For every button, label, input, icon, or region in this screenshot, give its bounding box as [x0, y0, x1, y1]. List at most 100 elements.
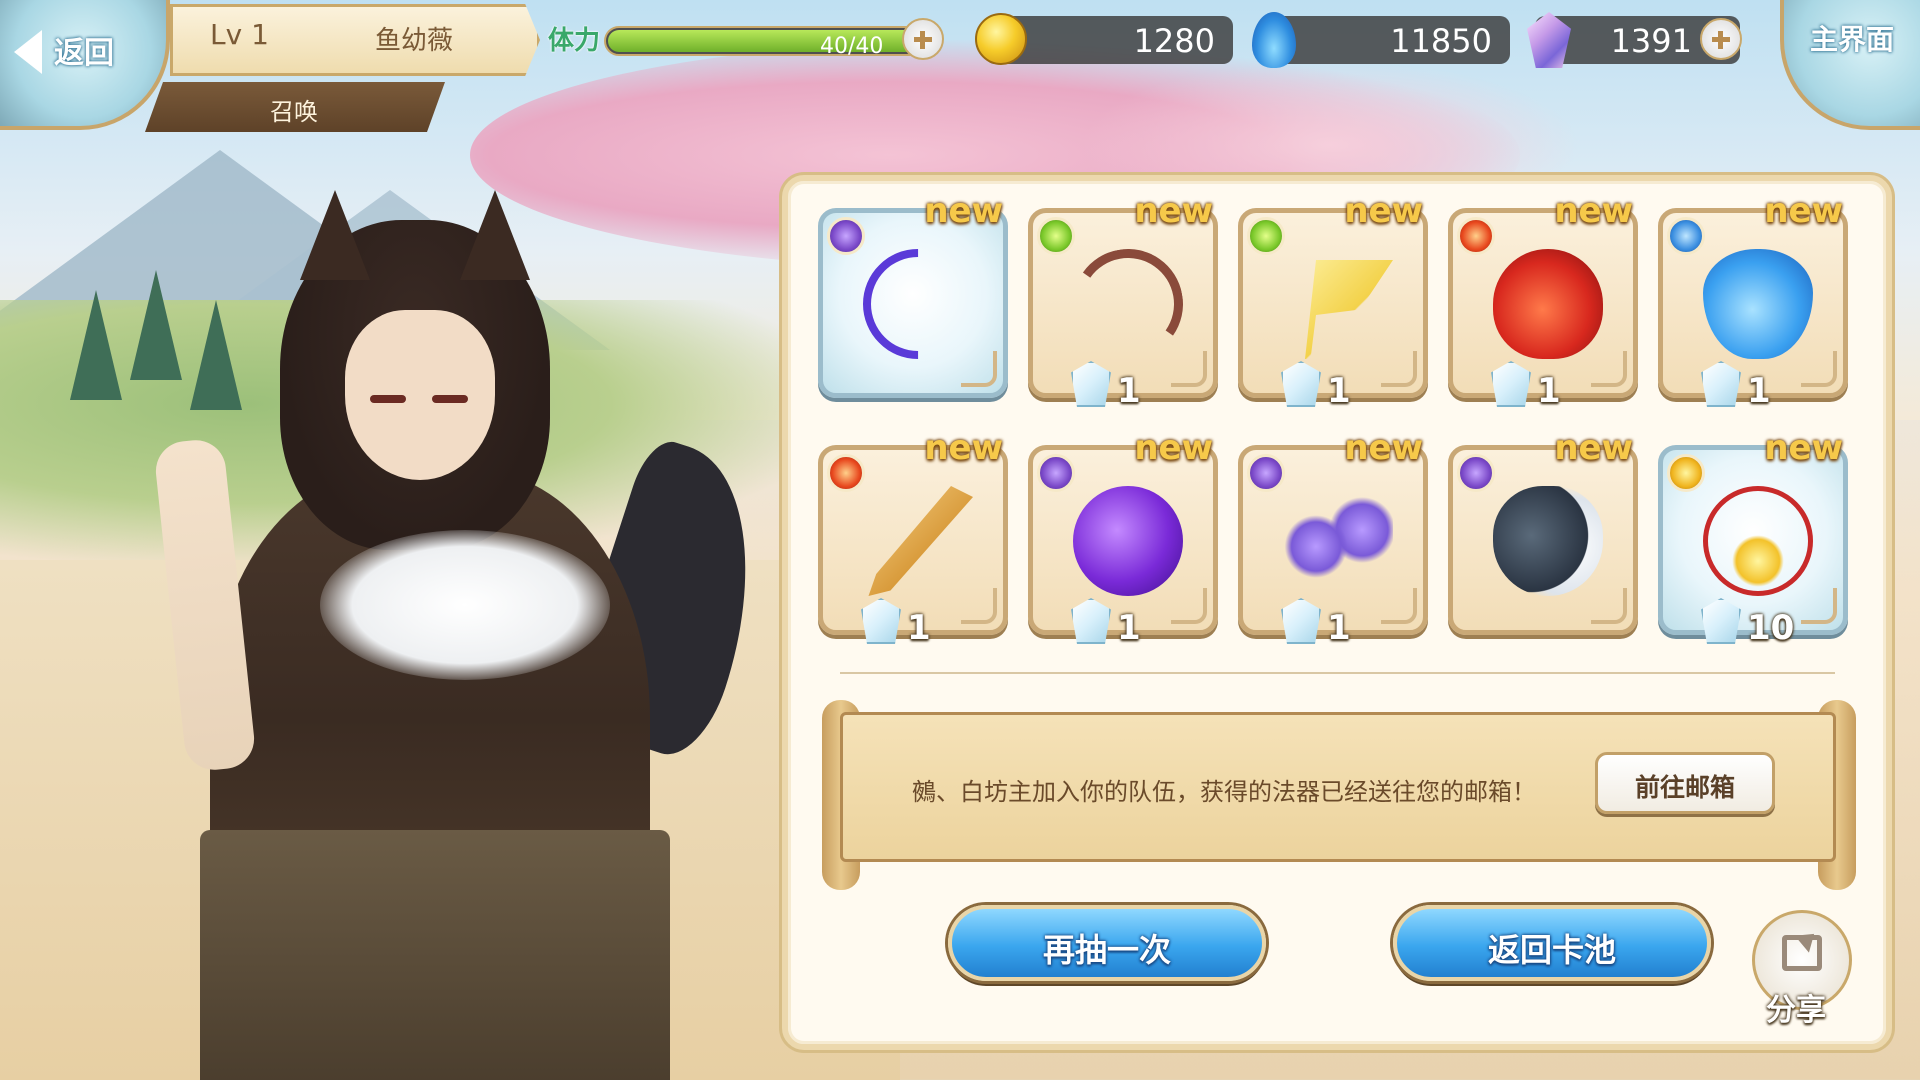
card-corner-ornament: [1801, 351, 1837, 387]
shard-icon: [1071, 598, 1111, 644]
sword-item-icon: [868, 486, 973, 596]
shard-count: 1: [907, 608, 931, 648]
shard-count: 1: [1327, 371, 1351, 411]
card-corner-ornament: [1171, 351, 1207, 387]
card-corner-ornament: [1591, 588, 1627, 624]
shard-icon: [1281, 361, 1321, 407]
back-to-pool-label: 返回卡池: [1487, 931, 1616, 969]
character-portrait: [152, 190, 793, 1080]
go-to-mailbox-button[interactable]: 前往邮箱: [1595, 752, 1775, 814]
purple-element-icon: [1457, 454, 1495, 492]
card-corner-ornament: [961, 588, 997, 624]
shard-count: 1: [1327, 608, 1351, 648]
gold-coin-icon: [975, 13, 1027, 65]
gourd-purple-item-icon: [1073, 486, 1183, 596]
red-element-icon: [827, 454, 865, 492]
stamina-label: 体力: [548, 26, 601, 56]
reward-card[interactable]: new 1: [1658, 191, 1848, 411]
draw-again-button[interactable]: 再抽一次: [948, 905, 1266, 981]
shard-count: 1: [1117, 608, 1141, 648]
draw-again-label: 再抽一次: [1042, 931, 1171, 969]
shard-icon: [1491, 361, 1531, 407]
stamina-bar: 体力 40/40: [548, 16, 948, 64]
stars-item-icon: [1283, 486, 1393, 596]
back-label: 返回: [54, 36, 114, 71]
shard-count: 1: [1747, 371, 1771, 411]
new-tag: new: [1134, 191, 1213, 231]
reward-card[interactable]: new 1: [818, 428, 1008, 648]
shard-count: 1: [1117, 371, 1141, 411]
charm-item-icon: [1703, 486, 1813, 596]
card-corner-ornament: [961, 351, 997, 387]
purple-element-icon: [1037, 454, 1075, 492]
stamina-value: 40/40: [820, 34, 884, 59]
back-to-pool-button[interactable]: 返回卡池: [1393, 905, 1711, 981]
home-label: 主界面: [1810, 23, 1895, 56]
shard-icon: [1701, 598, 1741, 644]
blue-flame-icon: [1252, 12, 1296, 68]
back-arrow-icon: [14, 30, 42, 74]
go-to-mailbox-label: 前往邮箱: [1634, 773, 1735, 802]
player-level: Lv 1: [210, 18, 269, 51]
gourd-blue-item-icon: [1703, 249, 1813, 359]
add-crystal-button[interactable]: [1700, 18, 1742, 60]
new-tag: new: [1554, 428, 1633, 468]
card-corner-ornament: [1801, 588, 1837, 624]
shard-icon: [1071, 361, 1111, 407]
new-tag: new: [924, 191, 1003, 231]
character-ear: [300, 190, 370, 280]
character-fur-collar: [320, 530, 610, 680]
reward-card[interactable]: new 1: [1238, 191, 1428, 411]
new-tag: new: [1764, 191, 1843, 231]
green-element-icon: [1037, 217, 1075, 255]
gourd-red-item-icon: [1493, 249, 1603, 359]
gold-counter: 1280: [975, 13, 1233, 65]
gold-element-icon: [1667, 454, 1705, 492]
gold-value: 1280: [1133, 22, 1215, 60]
new-tag: new: [1554, 191, 1633, 231]
blue-element-icon: [1667, 217, 1705, 255]
card-corner-ornament: [1381, 351, 1417, 387]
new-tag: new: [1764, 428, 1843, 468]
new-tag: new: [924, 428, 1003, 468]
pine-tree: [70, 290, 122, 400]
purple-element-icon: [1247, 454, 1285, 492]
green-element-icon: [1247, 217, 1285, 255]
flag-item-icon: [1305, 260, 1393, 359]
share-label: 分享: [1766, 993, 1826, 1028]
bow-item-icon: [1064, 240, 1192, 368]
shard-icon: [1701, 361, 1741, 407]
shard-count: 1: [1537, 371, 1561, 411]
crystal-value: 1391: [1610, 22, 1692, 60]
player-name: 鱼幼薇: [375, 26, 454, 56]
shard-count: 10: [1747, 608, 1795, 648]
purple-element-icon: [827, 217, 865, 255]
reward-card[interactable]: new: [818, 191, 1008, 398]
card-corner-ornament: [1171, 588, 1207, 624]
character-face: [345, 310, 495, 480]
panel-divider: [840, 672, 1835, 674]
spirit-value: 11850: [1390, 22, 1492, 60]
red-element-icon: [1457, 217, 1495, 255]
shard-icon: [861, 598, 901, 644]
reward-card[interactable]: new 10: [1658, 428, 1848, 648]
character-ear: [460, 190, 530, 280]
mode-label: 召唤: [270, 98, 318, 126]
new-tag: new: [1344, 428, 1423, 468]
new-tag: new: [1134, 428, 1213, 468]
reward-message: 鵺、白坊主加入你的队伍，获得的法器已经送往您的邮箱！: [912, 778, 1536, 806]
new-tag: new: [1344, 191, 1423, 231]
character-skirt: [200, 830, 670, 1080]
reward-card[interactable]: new 1: [1238, 428, 1428, 648]
spirit-counter: 11850: [1252, 12, 1510, 68]
mask-item-icon: [1493, 486, 1603, 596]
character-eye: [432, 395, 468, 403]
reward-card[interactable]: new 1: [1448, 191, 1638, 411]
shard-icon: [1281, 598, 1321, 644]
card-corner-ornament: [1591, 351, 1627, 387]
reward-card[interactable]: new 1: [1028, 428, 1218, 648]
add-stamina-button[interactable]: [902, 18, 944, 60]
reward-card[interactable]: new: [1448, 428, 1638, 635]
reward-card[interactable]: new 1: [1028, 191, 1218, 411]
character-eye: [370, 395, 406, 403]
